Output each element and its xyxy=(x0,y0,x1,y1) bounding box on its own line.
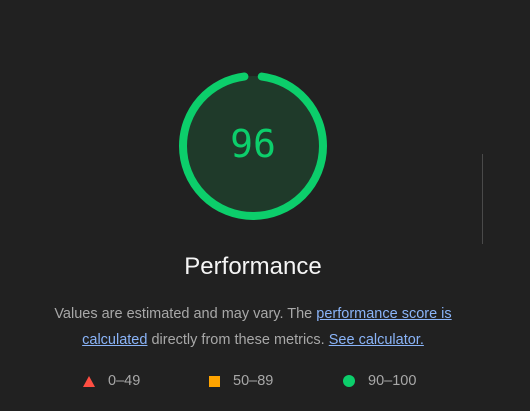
legend-range-average: 50–89 xyxy=(233,373,274,389)
legend-range-pass: 90–100 xyxy=(368,373,417,389)
performance-gauge: 96 xyxy=(177,70,329,222)
legend-range-fail: 0–49 xyxy=(108,373,141,389)
category-title: Performance xyxy=(184,253,322,280)
triangle-icon xyxy=(83,375,95,387)
legend-item-fail: 0–49 xyxy=(83,372,140,390)
circle-icon xyxy=(343,375,355,387)
vertical-divider xyxy=(482,154,483,244)
description-text-start: Values are estimated and may vary. The xyxy=(54,306,317,322)
score-description: Values are estimated and may vary. The p… xyxy=(48,301,458,353)
see-calculator-link[interactable]: See calculator. xyxy=(329,332,424,348)
performance-score: 96 xyxy=(230,122,276,166)
square-icon xyxy=(209,375,220,387)
legend-item-average: 50–89 xyxy=(209,372,273,390)
description-text-middle: directly from these metrics. xyxy=(147,332,329,348)
legend-item-pass: 90–100 xyxy=(343,372,416,390)
